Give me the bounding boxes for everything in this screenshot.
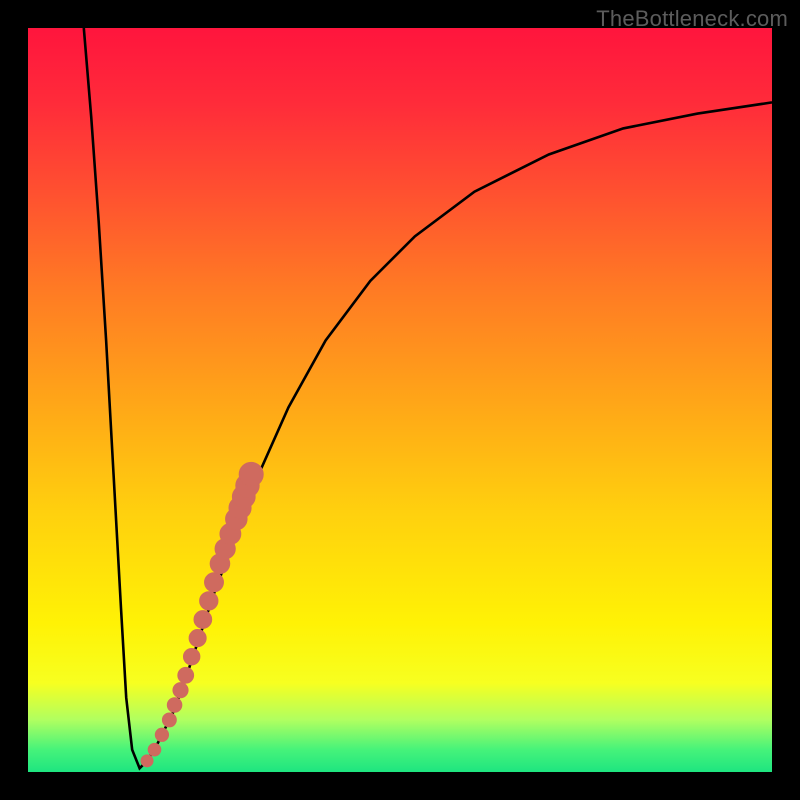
marker-dot bbox=[141, 755, 153, 767]
marker-dot bbox=[178, 667, 194, 683]
marker-dot bbox=[155, 728, 168, 741]
marker-dot bbox=[162, 713, 176, 727]
marker-dot bbox=[167, 698, 182, 713]
marker-dot bbox=[183, 648, 199, 664]
marker-dot bbox=[239, 462, 263, 486]
marker-dot bbox=[205, 573, 224, 592]
marker-dot bbox=[148, 743, 161, 756]
marker-dot bbox=[173, 683, 188, 698]
chart-frame: TheBottleneck.com bbox=[0, 0, 800, 800]
chart-svg bbox=[28, 28, 772, 772]
marker-dot bbox=[189, 630, 206, 647]
plot-area bbox=[28, 28, 772, 772]
highlighted-segment bbox=[141, 462, 263, 766]
marker-dot bbox=[200, 592, 218, 610]
watermark-text: TheBottleneck.com bbox=[596, 6, 788, 32]
marker-dot bbox=[194, 611, 212, 629]
